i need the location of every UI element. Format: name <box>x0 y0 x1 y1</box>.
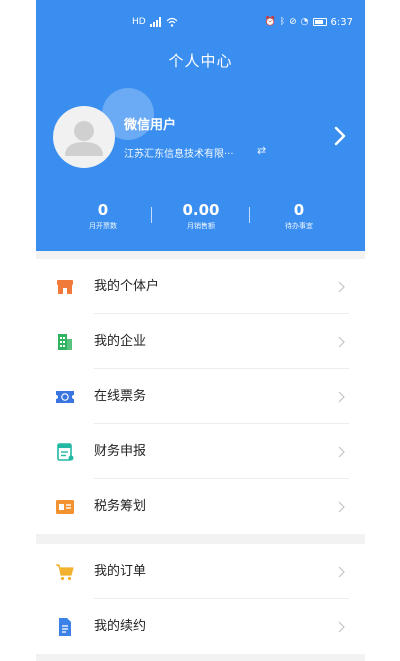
phone-screen: HD ⏰ ᛒ ⊘ ◔ 6:37 个人中心 微信用户 江苏汇东信息技术有限··· … <box>36 0 365 661</box>
menu-item-financial-declaration[interactable]: 财务申报 <box>36 424 365 479</box>
report-icon <box>57 443 74 461</box>
stats-bar: 0 月开票数 0.00 月销售额 0 待办事宜 <box>36 200 365 240</box>
menu-item-individual-business[interactable]: 我的个体户 <box>36 259 365 314</box>
status-right-icons: ⏰ ᛒ ⊘ ◔ 6:37 <box>265 16 354 28</box>
stat-label: 月销售额 <box>187 222 215 230</box>
stat-todo-items[interactable]: 0 待办事宜 <box>254 200 344 232</box>
menu-item-label: 在线票务 <box>94 389 147 404</box>
stat-monthly-sales[interactable]: 0.00 月销售额 <box>156 200 246 232</box>
stat-label: 待办事宜 <box>285 222 313 230</box>
menu-item-label: 我的续约 <box>94 619 147 634</box>
menu-item-online-ticketing[interactable]: 在线票务 <box>36 369 365 424</box>
profile-header: HD ⏰ ᛒ ⊘ ◔ 6:37 个人中心 微信用户 江苏汇东信息技术有限··· … <box>36 0 365 251</box>
signal-icon <box>149 17 161 27</box>
menu-item-my-orders[interactable]: 我的订单 <box>36 544 365 599</box>
stat-value: 0 <box>97 201 109 219</box>
default-user-icon <box>65 121 103 156</box>
chevron-right-icon <box>338 501 345 513</box>
wifi-icon <box>166 17 178 27</box>
stat-monthly-invoices[interactable]: 0 月开票数 <box>58 200 148 232</box>
chevron-right-icon <box>338 566 345 578</box>
menu-item-my-renewal[interactable]: 我的续约 <box>36 599 365 654</box>
tax-card-icon <box>56 500 74 514</box>
stat-label: 月开票数 <box>89 222 117 230</box>
switch-company-icon[interactable]: ⇄ <box>257 144 266 157</box>
building-icon <box>58 334 72 350</box>
chevron-right-icon <box>338 621 345 633</box>
bluetooth-icon: ᛒ <box>279 17 286 27</box>
status-time: 6:37 <box>330 16 353 28</box>
menu-item-my-enterprise[interactable]: 我的企业 <box>36 314 365 369</box>
menu-item-label: 税务筹划 <box>94 499 147 514</box>
stat-value: 0.00 <box>182 201 220 219</box>
ticket-icon <box>56 391 74 403</box>
chevron-right-icon <box>338 391 345 403</box>
hd-icon: HD <box>132 17 146 27</box>
menu-item-label: 我的订单 <box>94 564 147 579</box>
user-name[interactable]: 微信用户 <box>124 114 176 133</box>
menu-item-label: 我的个体户 <box>94 279 160 294</box>
page-title: 个人中心 <box>168 52 233 70</box>
menu-item-tax-planning[interactable]: 税务筹划 <box>36 479 365 534</box>
battery-icon <box>312 18 327 26</box>
contract-doc-icon <box>59 618 71 636</box>
stat-divider <box>249 207 250 223</box>
menu-section-business: 我的个体户 我的企业 在线票务 财务申报 税务筹划 <box>36 259 365 534</box>
speed-icon: ◔ <box>300 17 309 27</box>
menu-item-label: 我的企业 <box>94 334 147 349</box>
stat-divider <box>151 207 152 223</box>
alarm-icon: ⏰ <box>264 17 276 27</box>
cart-icon <box>56 564 74 581</box>
chevron-right-icon <box>338 281 345 293</box>
mute-icon: ⊘ <box>289 17 297 27</box>
chevron-right-icon <box>338 446 345 458</box>
stat-value: 0 <box>293 201 305 219</box>
menu-section-orders: 我的订单 我的续约 <box>36 544 365 654</box>
status-left-icons: HD <box>132 16 178 28</box>
menu-item-label: 财务申报 <box>94 444 147 459</box>
store-icon <box>57 280 73 294</box>
chevron-right-icon <box>338 336 345 348</box>
status-bar: HD ⏰ ᛒ ⊘ ◔ 6:37 <box>36 14 365 32</box>
profile-arrow-icon[interactable] <box>332 124 348 148</box>
company-name[interactable]: 江苏汇东信息技术有限··· <box>124 145 234 160</box>
avatar[interactable] <box>53 106 115 168</box>
